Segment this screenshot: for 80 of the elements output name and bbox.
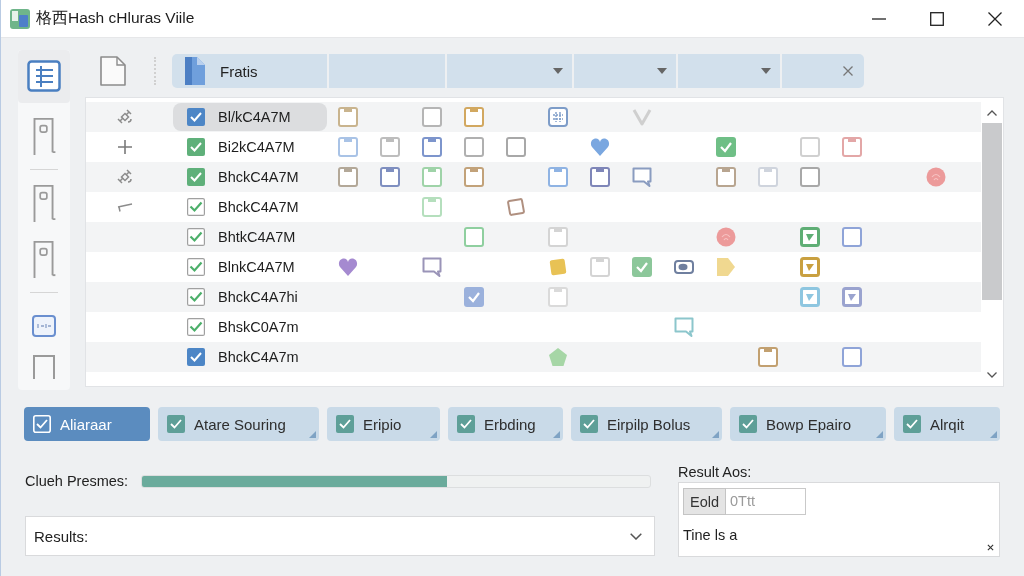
corner-fold-icon [990,431,997,438]
result-text: Tine ls a [683,527,739,543]
list-item[interactable]: BhskC0A7m [173,313,327,341]
checkbox[interactable] [167,415,185,433]
sidebar-item[interactable] [18,50,70,103]
close-icon [988,11,1002,26]
card-icon [32,315,56,337]
caret-icon [553,68,563,74]
checkbox[interactable] [739,415,757,433]
list-item[interactable]: BhckC4A7hi [173,283,327,311]
checkbox[interactable] [187,288,205,306]
list-item[interactable]: BhckC4A7m [173,343,327,371]
document-icon [184,56,206,86]
door-icon [32,240,56,278]
satellite-icon [117,169,133,185]
progress-label: Clueh Presmes: [25,473,130,489]
filter-chip[interactable]: Alrqit [894,407,1000,441]
item-label: BhckC4A7M [218,199,299,215]
list-item[interactable]: BhtkC4A7M [173,223,327,251]
results-dropdown[interactable]: Results: [25,516,655,556]
caret-icon [657,68,667,74]
list-icon [27,60,61,92]
checkbox[interactable] [457,415,475,433]
plus-icon [117,139,133,155]
checkbox[interactable] [580,415,598,433]
door-icon [32,184,56,222]
caret-icon [761,68,771,74]
checkbox[interactable] [187,108,205,126]
satellite-icon [117,109,133,125]
checkbox[interactable] [903,415,921,433]
chevron-down-icon [630,532,642,540]
checkbox[interactable] [187,138,205,156]
list-item[interactable]: Bi2kC4A7M [173,133,327,161]
filter-chip[interactable]: Eripio [327,407,440,441]
filter-field[interactable] [329,54,445,88]
checkbox[interactable] [187,198,205,216]
filter-chip[interactable]: Erbding [448,407,563,441]
scroll-up-icon[interactable] [987,110,997,116]
window-title: 格西Hash cHluras Viile [36,8,195,28]
item-label: Bl/kC4A7M [218,109,291,125]
frame-icon [33,355,55,379]
corner-fold-icon [553,431,560,438]
document-icon[interactable] [100,56,126,86]
scrollbar-thumb[interactable] [982,123,1002,300]
checkbox[interactable] [187,168,205,186]
path-segment[interactable]: Fratis [172,54,327,88]
corner-fold-icon [309,431,316,438]
list-item[interactable]: Bl/kC4A7M [173,103,327,131]
checkbox[interactable] [187,228,205,246]
maximize-icon [930,11,944,26]
item-label: BhskC0A7m [218,319,299,335]
corner-icon [117,202,133,212]
filter-chip[interactable]: Bowp Epairo [730,407,886,441]
list-item[interactable]: BhckC4A7M [173,193,327,221]
checkbox[interactable] [187,348,205,366]
filter-chip[interactable]: Eirpilp Bolus [571,407,722,441]
close-icon[interactable] [987,544,994,551]
mode-button[interactable]: Eold [683,488,727,515]
filter-chip[interactable]: Aliaraar [24,407,150,441]
item-label: BhtkC4A7M [218,229,296,245]
list-item[interactable]: BlnkC4A7M [173,253,327,281]
checkbox[interactable] [336,415,354,433]
list-item[interactable]: BhckC4A7M [173,163,327,191]
corner-fold-icon [712,431,719,438]
corner-fold-icon [430,431,437,438]
item-label: BhckC4A7M [218,169,299,185]
checkbox[interactable] [187,258,205,276]
item-label: BhckC4A7m [218,349,299,365]
item-label: BhckC4A7hi [218,289,298,305]
corner-fold-icon [876,431,883,438]
close-icon [843,66,853,76]
door-icon [32,117,56,155]
checkbox[interactable] [187,318,205,336]
scroll-down-icon[interactable] [987,372,997,378]
result-label: Result Aos: [678,463,753,482]
filter-chip[interactable]: Atare Souring [158,407,319,441]
item-label: BlnkC4A7M [218,259,295,275]
minimize-icon [872,17,886,20]
app-icon [10,8,30,29]
item-label: Bi2kC4A7M [218,139,295,155]
